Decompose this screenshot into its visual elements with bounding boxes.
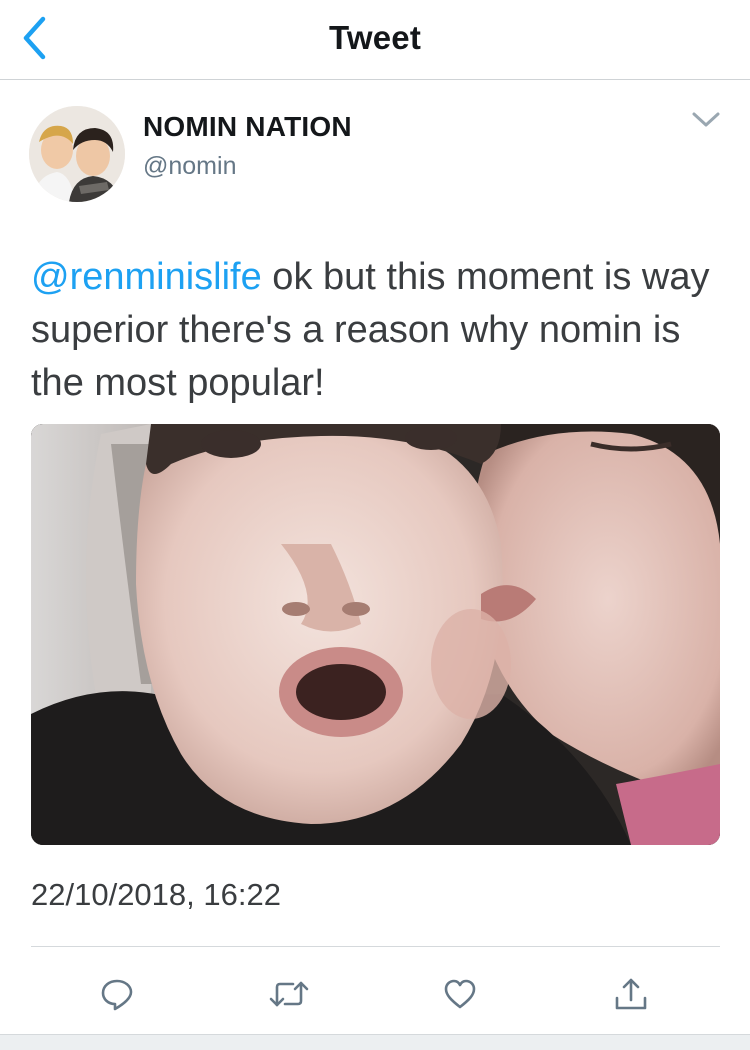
author-display-name[interactable]: NOMIN NATION [143, 111, 352, 143]
mention-link[interactable]: @renminislife [31, 256, 262, 298]
author-handle[interactable]: @nomin [143, 152, 236, 181]
retweet-icon [269, 981, 309, 1007]
heart-icon [444, 979, 476, 1009]
share-icon [615, 978, 647, 1010]
tweet-media[interactable] [31, 424, 720, 845]
page-title: Tweet [328, 19, 422, 56]
navigation-bar: Tweet [0, 0, 750, 80]
like-button[interactable] [432, 966, 488, 1022]
share-button[interactable] [603, 966, 659, 1022]
tweet-actions-bar [0, 966, 750, 1022]
profile-photo [29, 106, 125, 202]
avatar[interactable] [29, 106, 125, 202]
retweet-button[interactable] [261, 966, 317, 1022]
reply-button[interactable] [89, 966, 145, 1022]
tweet-timestamp: 22/10/2018, 16:22 [31, 877, 281, 912]
more-options-button[interactable] [684, 100, 728, 140]
tweet-detail-screen: Tweet NOMIN NATION @nomin @renminislife … [0, 0, 750, 1050]
tweet-text: @renminislife ok but this moment is way … [31, 251, 721, 410]
chevron-down-icon [692, 112, 720, 127]
divider [31, 946, 720, 947]
photo [31, 424, 720, 845]
reply-icon [101, 979, 133, 1011]
bottom-bar [0, 1034, 750, 1050]
